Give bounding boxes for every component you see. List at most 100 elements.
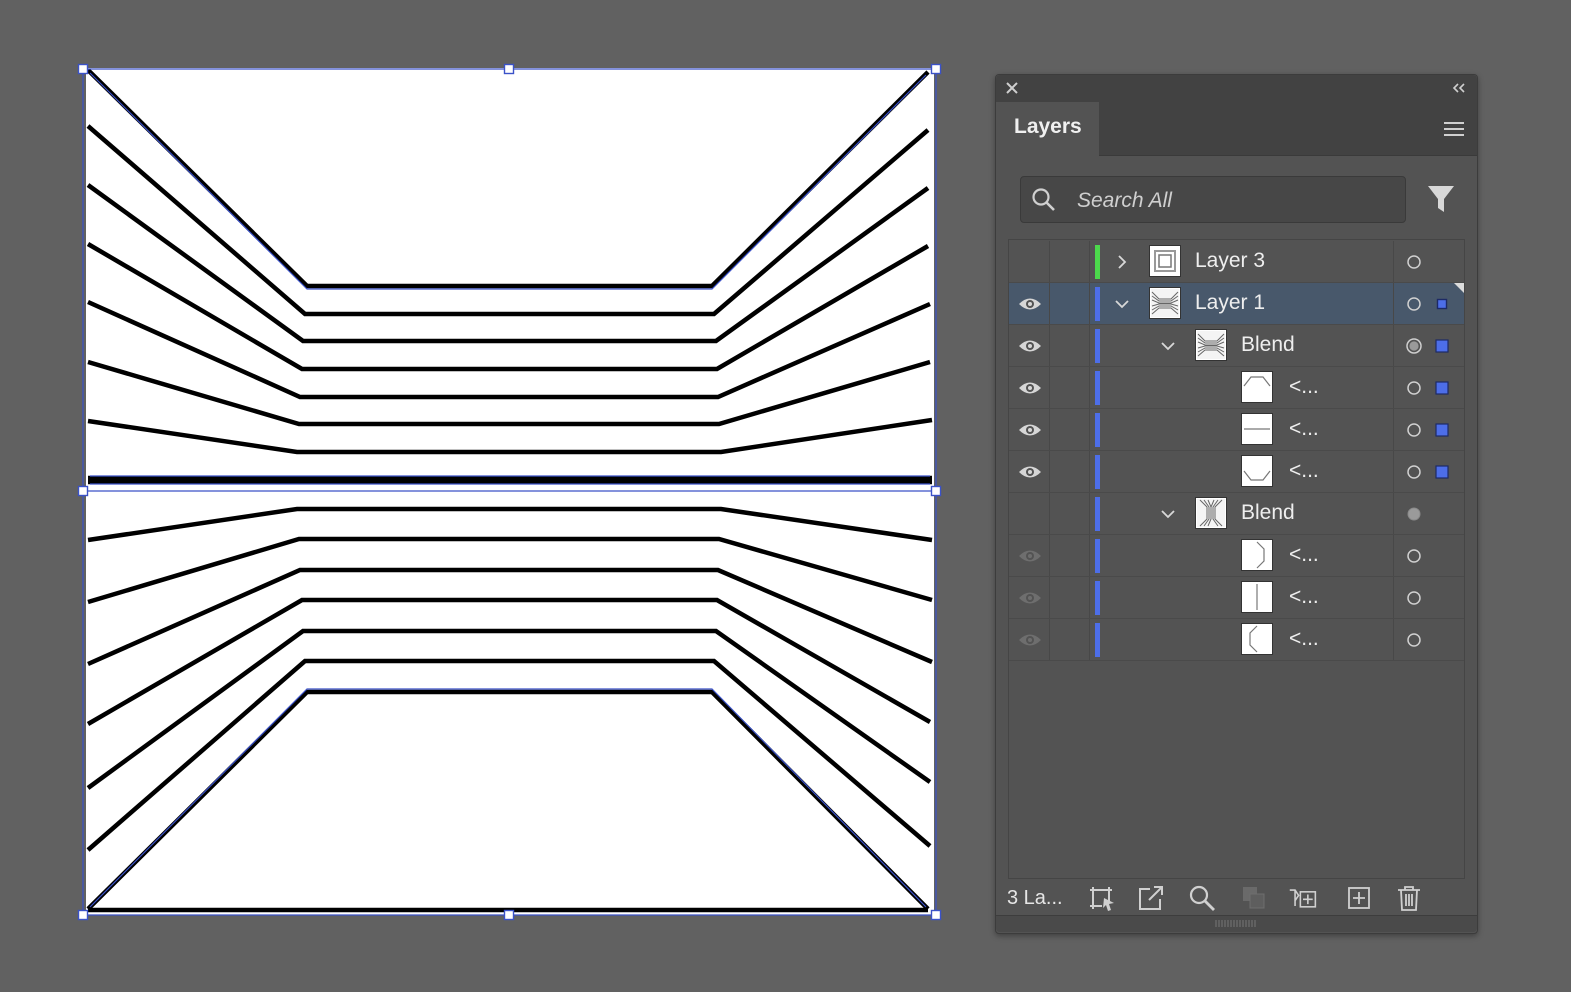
row-divider — [1089, 367, 1090, 409]
layer-thumbnail — [1241, 539, 1273, 571]
search-icon — [1032, 188, 1055, 211]
filter-icon[interactable] — [1426, 183, 1456, 215]
layer-thumbnail — [1149, 287, 1181, 319]
blend-artwork[interactable] — [0, 0, 980, 992]
path-row[interactable]: <... — [1009, 367, 1464, 409]
layer-color-indicator — [1095, 413, 1100, 447]
layer-name[interactable]: <... — [1289, 375, 1319, 399]
row-divider — [1393, 535, 1394, 577]
row-divider — [1089, 283, 1090, 325]
layer-name[interactable]: <... — [1289, 585, 1319, 609]
eye-icon[interactable] — [1017, 589, 1043, 607]
layer-row[interactable]: Layer 3 — [1009, 241, 1464, 283]
layer-thumbnail — [1241, 581, 1273, 613]
target-circle-icon[interactable] — [1406, 422, 1422, 438]
new-layer-icon[interactable] — [1344, 883, 1374, 913]
layer-row[interactable]: Layer 1 — [1009, 283, 1464, 325]
search-input[interactable] — [1075, 185, 1399, 217]
selection-handle[interactable] — [930, 485, 942, 497]
path-row[interactable]: <... — [1009, 451, 1464, 493]
chevron-right-icon[interactable] — [1113, 253, 1131, 271]
selection-indicator-icon[interactable] — [1435, 297, 1449, 311]
target-circle-icon[interactable] — [1406, 590, 1422, 606]
target-circle-icon[interactable] — [1406, 632, 1422, 648]
layer-thumbnail — [1241, 413, 1273, 445]
eye-icon[interactable] — [1017, 337, 1043, 355]
target-circle-icon[interactable] — [1406, 464, 1422, 480]
target-circle-icon[interactable] — [1406, 254, 1422, 270]
layer-name[interactable]: <... — [1289, 417, 1319, 441]
selection-indicator-icon[interactable] — [1435, 381, 1449, 395]
new-sublayer-icon[interactable] — [1288, 883, 1318, 913]
eye-icon[interactable] — [1017, 295, 1043, 313]
layer-thumbnail — [1241, 623, 1273, 655]
layer-thumbnail — [1149, 245, 1181, 277]
blend-group-row[interactable]: Blend — [1009, 325, 1464, 367]
layer-name[interactable]: <... — [1289, 543, 1319, 567]
layer-name[interactable]: Layer 3 — [1195, 249, 1265, 273]
target-circle-icon[interactable] — [1406, 296, 1422, 312]
selection-handle[interactable] — [77, 909, 89, 921]
path-row[interactable]: <... — [1009, 409, 1464, 451]
row-divider — [1393, 619, 1394, 661]
row-divider — [1049, 241, 1050, 283]
layer-thumbnail — [1195, 329, 1227, 361]
row-divider — [1089, 241, 1090, 283]
selection-handle[interactable] — [503, 909, 515, 921]
row-divider — [1049, 451, 1050, 493]
layer-count: 3 La... — [1007, 887, 1063, 909]
layer-name[interactable]: Layer 1 — [1195, 291, 1265, 315]
layer-thumbnail — [1241, 455, 1273, 487]
target-circle-icon[interactable] — [1406, 380, 1422, 396]
layer-color-indicator — [1095, 497, 1100, 531]
target-circle-icon[interactable] — [1406, 548, 1422, 564]
layer-name[interactable]: Blend — [1241, 333, 1295, 357]
path-row[interactable]: <... — [1009, 535, 1464, 577]
delete-icon[interactable] — [1394, 883, 1424, 913]
grip-icon — [1215, 920, 1256, 927]
collapse-panel-icon[interactable] — [1451, 81, 1467, 95]
chevron-down-icon[interactable] — [1113, 295, 1131, 313]
layer-name[interactable]: <... — [1289, 627, 1319, 651]
panel-resize-grip[interactable] — [996, 915, 1477, 932]
chevron-down-icon[interactable] — [1159, 337, 1177, 355]
selection-handle[interactable] — [930, 909, 942, 921]
panel-tab-bar: Layers — [996, 102, 1477, 156]
target-circle-icon[interactable] — [1406, 338, 1422, 354]
selection-handle[interactable] — [930, 63, 942, 75]
selection-handle[interactable] — [77, 63, 89, 75]
eye-icon[interactable] — [1017, 379, 1043, 397]
selection-handle[interactable] — [77, 485, 89, 497]
collect-for-export-icon[interactable] — [1088, 883, 1118, 913]
visibility-toggle[interactable] — [1017, 505, 1043, 523]
panel-footer: 3 La... — [996, 877, 1477, 917]
layer-color-indicator — [1095, 539, 1100, 573]
layer-name[interactable]: <... — [1289, 459, 1319, 483]
eye-icon[interactable] — [1017, 463, 1043, 481]
chevron-down-icon[interactable] — [1159, 505, 1177, 523]
tab-layers[interactable]: Layers — [996, 102, 1099, 156]
artboard-canvas[interactable] — [0, 0, 980, 992]
export-icon[interactable] — [1136, 883, 1166, 913]
close-icon[interactable] — [1004, 80, 1020, 96]
selection-handle[interactable] — [503, 63, 515, 75]
eye-icon[interactable] — [1017, 421, 1043, 439]
selection-indicator-icon[interactable] — [1435, 339, 1449, 353]
locate-object-icon[interactable] — [1187, 883, 1217, 913]
layer-name[interactable]: Blend — [1241, 501, 1295, 525]
layers-list: Layer 3 Layer 1 Blend <... <... <... Blend <...… — [1008, 239, 1465, 879]
target-circle-icon[interactable] — [1406, 506, 1422, 522]
make-clipping-mask-icon[interactable] — [1239, 883, 1269, 913]
path-row[interactable]: <... — [1009, 619, 1464, 661]
selection-indicator-icon[interactable] — [1435, 465, 1449, 479]
path-row[interactable]: <... — [1009, 577, 1464, 619]
row-divider — [1089, 493, 1090, 535]
layer-color-indicator — [1095, 371, 1100, 405]
eye-icon[interactable] — [1017, 547, 1043, 565]
selection-indicator-icon[interactable] — [1435, 423, 1449, 437]
row-divider — [1049, 493, 1050, 535]
visibility-toggle[interactable] — [1017, 253, 1043, 271]
panel-menu-icon[interactable] — [1443, 120, 1465, 138]
blend-group-row[interactable]: Blend — [1009, 493, 1464, 535]
eye-icon[interactable] — [1017, 631, 1043, 649]
